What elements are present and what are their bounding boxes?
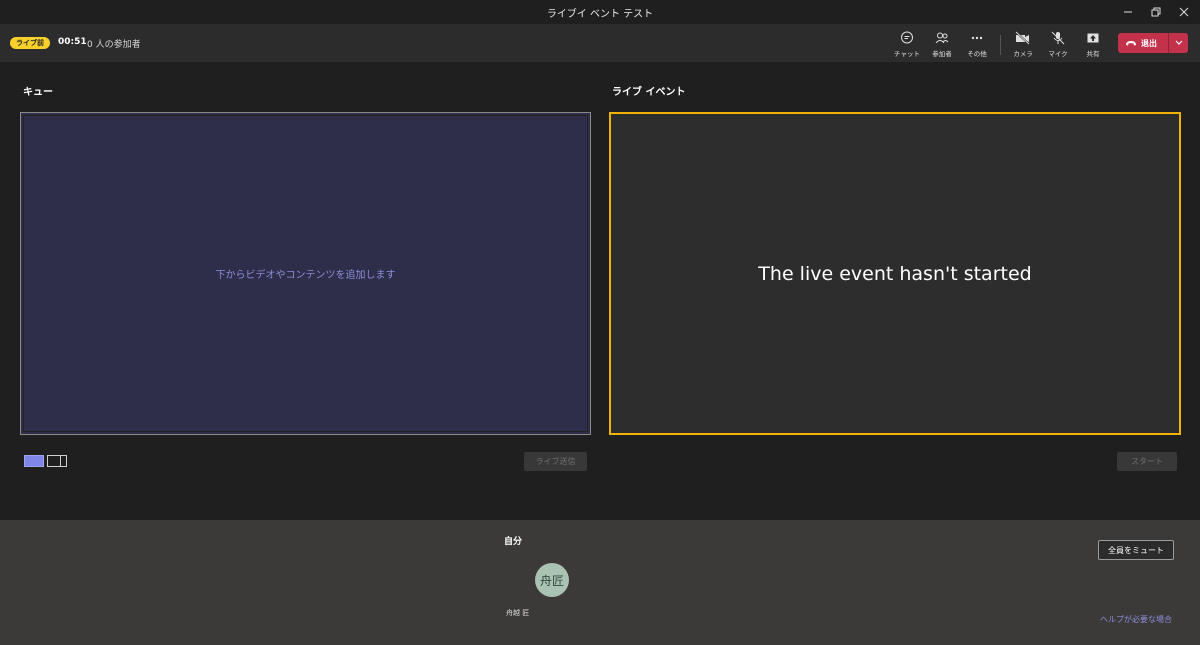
more-label: その他	[967, 50, 987, 58]
attendee-count: 0 人の参加者	[87, 40, 141, 50]
participants-button[interactable]: 参加者	[926, 30, 958, 58]
camera-off-icon	[1015, 30, 1031, 46]
mic-label: マイク	[1048, 50, 1068, 58]
queue-title: キュー	[23, 87, 53, 98]
camera-button[interactable]: カメラ	[1007, 30, 1039, 58]
send-live-button[interactable]: ライブ送信	[524, 452, 587, 471]
more-icon	[969, 30, 985, 46]
leave-options-button[interactable]	[1169, 33, 1188, 53]
chat-label: チャット	[894, 50, 920, 58]
queue-drop-area: 下からビデオやコンテンツを追加します	[23, 115, 588, 432]
close-icon	[1179, 7, 1189, 17]
participants-panel: 自分 舟匠 舟越 匠 全員をミュート ヘルプが必要な場合	[0, 520, 1200, 645]
camera-label: カメラ	[1013, 50, 1033, 58]
live-event-panel: The live event hasn't started	[609, 112, 1181, 435]
status-badge: ライブ前	[10, 37, 50, 49]
chat-icon	[899, 30, 915, 46]
hang-up-icon	[1126, 41, 1136, 46]
restore-button[interactable]	[1146, 3, 1166, 21]
mic-button[interactable]: マイク	[1042, 30, 1074, 58]
share-screen-icon	[1085, 30, 1101, 46]
minimize-button[interactable]	[1118, 3, 1138, 21]
chat-button[interactable]: チャット	[891, 30, 923, 58]
queue-panel[interactable]: 下からビデオやコンテンツを追加します	[20, 112, 591, 435]
layout-split-button[interactable]	[47, 455, 67, 467]
participants-label: 参加者	[932, 50, 952, 58]
live-event-title: ライブ イベント	[612, 87, 686, 98]
queue-hint: 下からビデオやコンテンツを追加します	[215, 270, 396, 281]
help-link[interactable]: ヘルプが必要な場合	[1100, 614, 1172, 625]
live-event-message: The live event hasn't started	[758, 262, 1032, 285]
mic-off-icon	[1050, 30, 1066, 46]
restore-icon	[1151, 7, 1161, 17]
window-controls	[1118, 3, 1194, 21]
elapsed-time: 00:51	[58, 37, 87, 47]
layout-split-line	[60, 456, 61, 466]
avatar[interactable]: 舟匠	[535, 563, 569, 597]
people-icon	[934, 30, 950, 46]
toolbar-divider	[1000, 35, 1001, 55]
meeting-toolbar: ライブ前 00:51 0 人の参加者 チャット 参加者 その他 カメラ マイク	[0, 24, 1200, 62]
layout-single-button[interactable]	[24, 455, 44, 467]
close-button[interactable]	[1174, 3, 1194, 21]
minimize-icon	[1124, 11, 1132, 13]
participant-name: 舟越 匠	[506, 609, 530, 617]
share-button[interactable]: 共有	[1077, 30, 1109, 58]
window-title: ライブイ ベント テスト	[546, 9, 654, 20]
more-button[interactable]: その他	[961, 30, 993, 58]
start-button[interactable]: スタート	[1117, 452, 1177, 471]
share-label: 共有	[1086, 50, 1100, 58]
me-label: 自分	[504, 537, 523, 547]
mute-all-button[interactable]: 全員をミュート	[1098, 540, 1174, 560]
chevron-down-icon	[1175, 40, 1182, 45]
leave-label: 退出	[1141, 38, 1157, 48]
title-bar: ライブイ ベント テスト	[0, 0, 1200, 24]
leave-button[interactable]: 退出	[1118, 33, 1188, 53]
leave-main-button[interactable]: 退出	[1118, 33, 1168, 53]
